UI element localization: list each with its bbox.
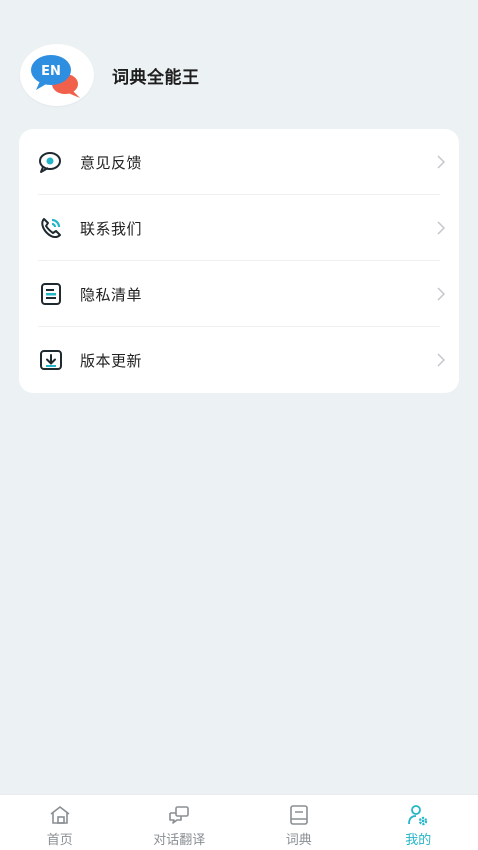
settings-menu-card: 意见反馈 联系我们 隐私清单 版本更新 [19,129,459,393]
menu-item-label: 版本更新 [80,351,143,370]
menu-item-label: 隐私清单 [80,285,143,304]
menu-item-update[interactable]: 版本更新 [19,327,459,393]
tab-label: 首页 [46,833,73,848]
menu-item-privacy[interactable]: 隐私清单 [19,261,459,327]
profile-header: EN 词典全能王 [20,44,200,106]
avatar[interactable]: EN [20,44,94,106]
home-icon [50,806,70,824]
tab-label: 词典 [285,833,312,848]
menu-item-label: 联系我们 [80,219,143,238]
menu-item-contact[interactable]: 联系我们 [19,195,459,261]
app-name: 词典全能王 [112,67,200,88]
book-icon [289,805,308,825]
user-settings-icon [408,805,428,826]
bottom-tab-bar: 首页 对话翻译 词典 我的 [0,794,478,850]
tab-dictionary[interactable]: 词典 [239,795,359,850]
menu-item-label: 意见反馈 [80,153,143,172]
menu-item-feedback[interactable]: 意见反馈 [19,129,459,195]
chevron-right-icon [437,353,446,367]
chat-translate-icon [169,806,190,824]
tab-label: 我的 [405,833,432,848]
tab-mine[interactable]: 我的 [359,795,478,850]
chevron-right-icon [437,221,446,235]
feedback-icon [39,152,61,173]
tab-label: 对话翻译 [153,833,206,848]
app-logo-icon: EN [31,55,80,98]
document-icon [41,283,61,305]
tab-home[interactable]: 首页 [0,795,120,850]
phone-icon [41,218,61,239]
avatar-badge-text: EN [41,64,61,79]
chevron-right-icon [437,155,446,169]
download-icon [40,350,62,370]
tab-dialog-translate[interactable]: 对话翻译 [120,795,240,850]
chevron-right-icon [437,287,446,301]
